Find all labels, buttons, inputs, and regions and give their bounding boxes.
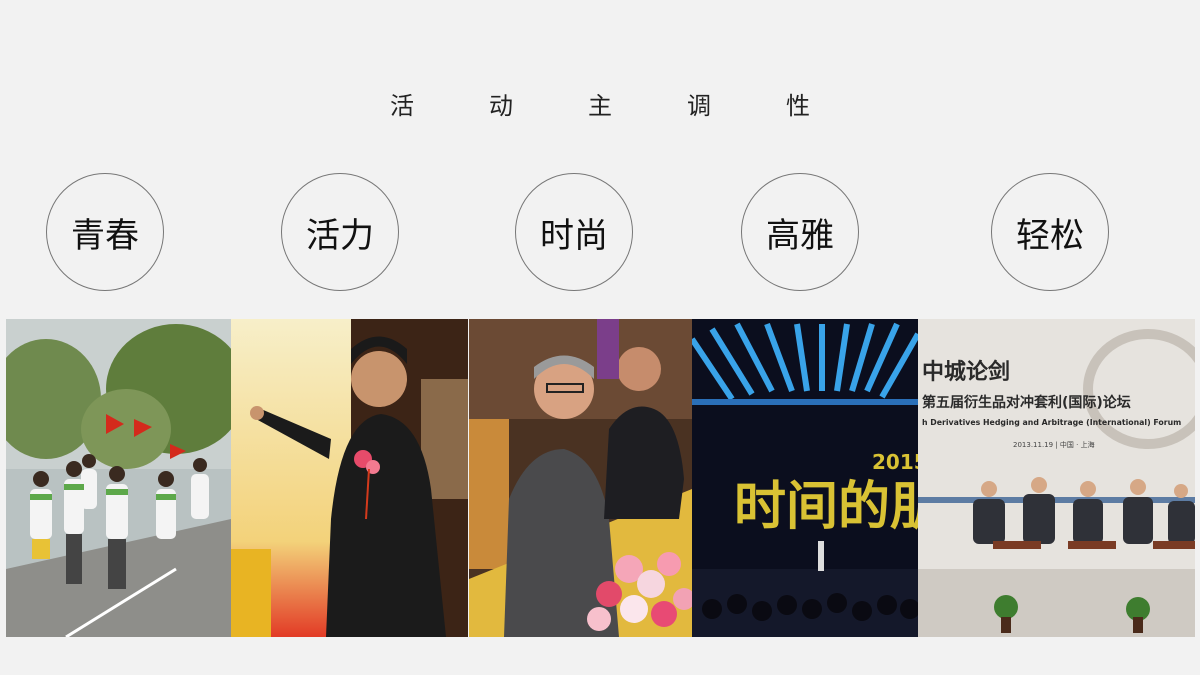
theme-label: 时尚 bbox=[540, 215, 608, 256]
fashion-logo-text: 时间的朋友 bbox=[734, 477, 918, 537]
theme-circle-relaxed: 轻松 bbox=[991, 173, 1109, 291]
title-char: 活 bbox=[390, 92, 414, 120]
theme-label: 青春 bbox=[71, 215, 139, 256]
theme-label: 高雅 bbox=[766, 215, 834, 256]
photo-signing-board bbox=[231, 319, 468, 637]
slide-title: 活 动 主 调 性 bbox=[0, 86, 1200, 121]
title-char: 性 bbox=[786, 92, 810, 120]
fashion-year-text: 2015 bbox=[872, 450, 918, 474]
title-char: 主 bbox=[588, 92, 612, 120]
photo-running bbox=[6, 319, 231, 637]
theme-circle-vitality: 活力 bbox=[281, 173, 399, 291]
theme-label: 活力 bbox=[306, 215, 374, 256]
forum-subtitle-cn: 第五届衍生品对冲套利(国际)论坛 bbox=[922, 394, 1131, 411]
photo-signing-table bbox=[469, 319, 692, 637]
theme-label: 轻松 bbox=[1016, 215, 1084, 256]
theme-circle-youth: 青春 bbox=[46, 173, 164, 291]
title-char: 调 bbox=[687, 92, 711, 120]
forum-subtitle-en: h Derivatives Hedging and Arbitrage (Int… bbox=[922, 418, 1181, 427]
theme-circle-fashion: 时尚 bbox=[515, 173, 633, 291]
title-char: 动 bbox=[489, 92, 513, 120]
forum-title-text: 中城论剑 bbox=[922, 359, 1010, 385]
photo-forum: 中城论剑 第五届衍生品对冲套利(国际)论坛 h Derivatives Hedg… bbox=[918, 319, 1195, 637]
theme-circle-elegance: 高雅 bbox=[741, 173, 859, 291]
forum-date: 2013.11.19 | 中国 · 上海 bbox=[1013, 440, 1095, 449]
photo-fashion-stage: 时间的朋友 2015 bbox=[692, 319, 918, 637]
